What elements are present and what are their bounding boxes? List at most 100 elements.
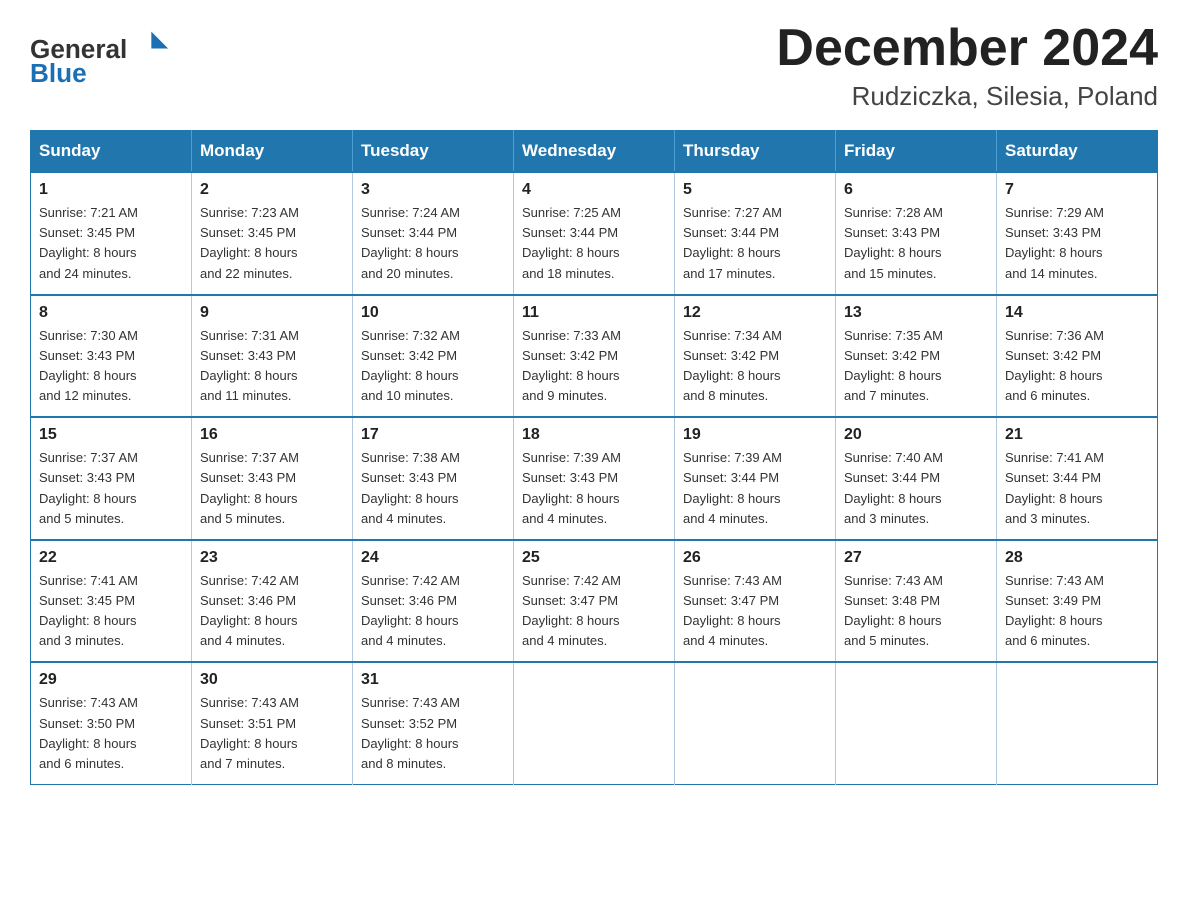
title-block: December 2024 Rudziczka, Silesia, Poland	[776, 20, 1158, 112]
calendar-cell: 12 Sunrise: 7:34 AMSunset: 3:42 PMDaylig…	[675, 295, 836, 418]
header-saturday: Saturday	[997, 131, 1158, 173]
day-number: 20	[844, 426, 988, 444]
calendar-cell: 26 Sunrise: 7:43 AMSunset: 3:47 PMDaylig…	[675, 540, 836, 663]
calendar-cell: 22 Sunrise: 7:41 AMSunset: 3:45 PMDaylig…	[31, 540, 192, 663]
header-friday: Friday	[836, 131, 997, 173]
day-number: 1	[39, 181, 183, 199]
calendar-cell: 21 Sunrise: 7:41 AMSunset: 3:44 PMDaylig…	[997, 417, 1158, 540]
day-number: 12	[683, 304, 827, 322]
day-info: Sunrise: 7:36 AMSunset: 3:42 PMDaylight:…	[1005, 328, 1104, 403]
day-number: 14	[1005, 304, 1149, 322]
day-number: 30	[200, 671, 344, 689]
calendar-week-row: 29 Sunrise: 7:43 AMSunset: 3:50 PMDaylig…	[31, 662, 1158, 784]
calendar-cell: 7 Sunrise: 7:29 AMSunset: 3:43 PMDayligh…	[997, 172, 1158, 295]
day-header-row: Sunday Monday Tuesday Wednesday Thursday…	[31, 131, 1158, 173]
day-number: 7	[1005, 181, 1149, 199]
day-info: Sunrise: 7:39 AMSunset: 3:43 PMDaylight:…	[522, 450, 621, 525]
day-info: Sunrise: 7:25 AMSunset: 3:44 PMDaylight:…	[522, 205, 621, 280]
day-info: Sunrise: 7:43 AMSunset: 3:52 PMDaylight:…	[361, 695, 460, 770]
header-wednesday: Wednesday	[514, 131, 675, 173]
day-info: Sunrise: 7:42 AMSunset: 3:46 PMDaylight:…	[200, 573, 299, 648]
day-info: Sunrise: 7:39 AMSunset: 3:44 PMDaylight:…	[683, 450, 782, 525]
day-number: 31	[361, 671, 505, 689]
day-info: Sunrise: 7:23 AMSunset: 3:45 PMDaylight:…	[200, 205, 299, 280]
calendar-cell: 13 Sunrise: 7:35 AMSunset: 3:42 PMDaylig…	[836, 295, 997, 418]
svg-text:Blue: Blue	[30, 58, 87, 88]
day-info: Sunrise: 7:43 AMSunset: 3:50 PMDaylight:…	[39, 695, 138, 770]
day-number: 23	[200, 549, 344, 567]
day-number: 5	[683, 181, 827, 199]
day-number: 22	[39, 549, 183, 567]
calendar-cell	[514, 662, 675, 784]
day-info: Sunrise: 7:43 AMSunset: 3:48 PMDaylight:…	[844, 573, 943, 648]
day-number: 13	[844, 304, 988, 322]
calendar-cell: 31 Sunrise: 7:43 AMSunset: 3:52 PMDaylig…	[353, 662, 514, 784]
month-year-title: December 2024	[776, 20, 1158, 77]
calendar-cell: 19 Sunrise: 7:39 AMSunset: 3:44 PMDaylig…	[675, 417, 836, 540]
day-info: Sunrise: 7:30 AMSunset: 3:43 PMDaylight:…	[39, 328, 138, 403]
day-info: Sunrise: 7:31 AMSunset: 3:43 PMDaylight:…	[200, 328, 299, 403]
day-info: Sunrise: 7:28 AMSunset: 3:43 PMDaylight:…	[844, 205, 943, 280]
calendar-cell: 9 Sunrise: 7:31 AMSunset: 3:43 PMDayligh…	[192, 295, 353, 418]
header-thursday: Thursday	[675, 131, 836, 173]
page-header: General Blue December 2024 Rudziczka, Si…	[30, 20, 1158, 112]
day-number: 10	[361, 304, 505, 322]
calendar-cell: 15 Sunrise: 7:37 AMSunset: 3:43 PMDaylig…	[31, 417, 192, 540]
calendar-cell: 28 Sunrise: 7:43 AMSunset: 3:49 PMDaylig…	[997, 540, 1158, 663]
header-monday: Monday	[192, 131, 353, 173]
day-number: 19	[683, 426, 827, 444]
calendar-cell: 18 Sunrise: 7:39 AMSunset: 3:43 PMDaylig…	[514, 417, 675, 540]
calendar-cell: 30 Sunrise: 7:43 AMSunset: 3:51 PMDaylig…	[192, 662, 353, 784]
logo-svg: General Blue	[30, 20, 170, 90]
calendar-cell	[675, 662, 836, 784]
day-number: 21	[1005, 426, 1149, 444]
calendar-cell: 17 Sunrise: 7:38 AMSunset: 3:43 PMDaylig…	[353, 417, 514, 540]
calendar-cell: 23 Sunrise: 7:42 AMSunset: 3:46 PMDaylig…	[192, 540, 353, 663]
day-number: 28	[1005, 549, 1149, 567]
day-info: Sunrise: 7:35 AMSunset: 3:42 PMDaylight:…	[844, 328, 943, 403]
day-info: Sunrise: 7:40 AMSunset: 3:44 PMDaylight:…	[844, 450, 943, 525]
calendar-cell: 2 Sunrise: 7:23 AMSunset: 3:45 PMDayligh…	[192, 172, 353, 295]
day-number: 25	[522, 549, 666, 567]
calendar-cell: 1 Sunrise: 7:21 AMSunset: 3:45 PMDayligh…	[31, 172, 192, 295]
day-number: 18	[522, 426, 666, 444]
day-info: Sunrise: 7:34 AMSunset: 3:42 PMDaylight:…	[683, 328, 782, 403]
calendar-cell: 4 Sunrise: 7:25 AMSunset: 3:44 PMDayligh…	[514, 172, 675, 295]
calendar-cell: 25 Sunrise: 7:42 AMSunset: 3:47 PMDaylig…	[514, 540, 675, 663]
calendar-cell: 27 Sunrise: 7:43 AMSunset: 3:48 PMDaylig…	[836, 540, 997, 663]
calendar-week-row: 15 Sunrise: 7:37 AMSunset: 3:43 PMDaylig…	[31, 417, 1158, 540]
calendar-cell: 5 Sunrise: 7:27 AMSunset: 3:44 PMDayligh…	[675, 172, 836, 295]
day-info: Sunrise: 7:43 AMSunset: 3:51 PMDaylight:…	[200, 695, 299, 770]
day-number: 6	[844, 181, 988, 199]
day-info: Sunrise: 7:33 AMSunset: 3:42 PMDaylight:…	[522, 328, 621, 403]
day-info: Sunrise: 7:41 AMSunset: 3:44 PMDaylight:…	[1005, 450, 1104, 525]
day-info: Sunrise: 7:43 AMSunset: 3:47 PMDaylight:…	[683, 573, 782, 648]
calendar-cell: 29 Sunrise: 7:43 AMSunset: 3:50 PMDaylig…	[31, 662, 192, 784]
day-info: Sunrise: 7:32 AMSunset: 3:42 PMDaylight:…	[361, 328, 460, 403]
day-number: 26	[683, 549, 827, 567]
day-info: Sunrise: 7:42 AMSunset: 3:46 PMDaylight:…	[361, 573, 460, 648]
location-subtitle: Rudziczka, Silesia, Poland	[776, 81, 1158, 112]
day-number: 3	[361, 181, 505, 199]
header-tuesday: Tuesday	[353, 131, 514, 173]
calendar-week-row: 8 Sunrise: 7:30 AMSunset: 3:43 PMDayligh…	[31, 295, 1158, 418]
header-sunday: Sunday	[31, 131, 192, 173]
calendar-cell: 10 Sunrise: 7:32 AMSunset: 3:42 PMDaylig…	[353, 295, 514, 418]
calendar-cell: 24 Sunrise: 7:42 AMSunset: 3:46 PMDaylig…	[353, 540, 514, 663]
calendar-week-row: 1 Sunrise: 7:21 AMSunset: 3:45 PMDayligh…	[31, 172, 1158, 295]
day-info: Sunrise: 7:37 AMSunset: 3:43 PMDaylight:…	[200, 450, 299, 525]
day-number: 2	[200, 181, 344, 199]
calendar-cell: 6 Sunrise: 7:28 AMSunset: 3:43 PMDayligh…	[836, 172, 997, 295]
calendar-table: Sunday Monday Tuesday Wednesday Thursday…	[30, 130, 1158, 785]
day-info: Sunrise: 7:38 AMSunset: 3:43 PMDaylight:…	[361, 450, 460, 525]
calendar-cell	[997, 662, 1158, 784]
calendar-week-row: 22 Sunrise: 7:41 AMSunset: 3:45 PMDaylig…	[31, 540, 1158, 663]
calendar-cell: 8 Sunrise: 7:30 AMSunset: 3:43 PMDayligh…	[31, 295, 192, 418]
day-number: 9	[200, 304, 344, 322]
day-number: 24	[361, 549, 505, 567]
day-info: Sunrise: 7:27 AMSunset: 3:44 PMDaylight:…	[683, 205, 782, 280]
day-number: 15	[39, 426, 183, 444]
day-number: 29	[39, 671, 183, 689]
day-info: Sunrise: 7:24 AMSunset: 3:44 PMDaylight:…	[361, 205, 460, 280]
day-number: 4	[522, 181, 666, 199]
